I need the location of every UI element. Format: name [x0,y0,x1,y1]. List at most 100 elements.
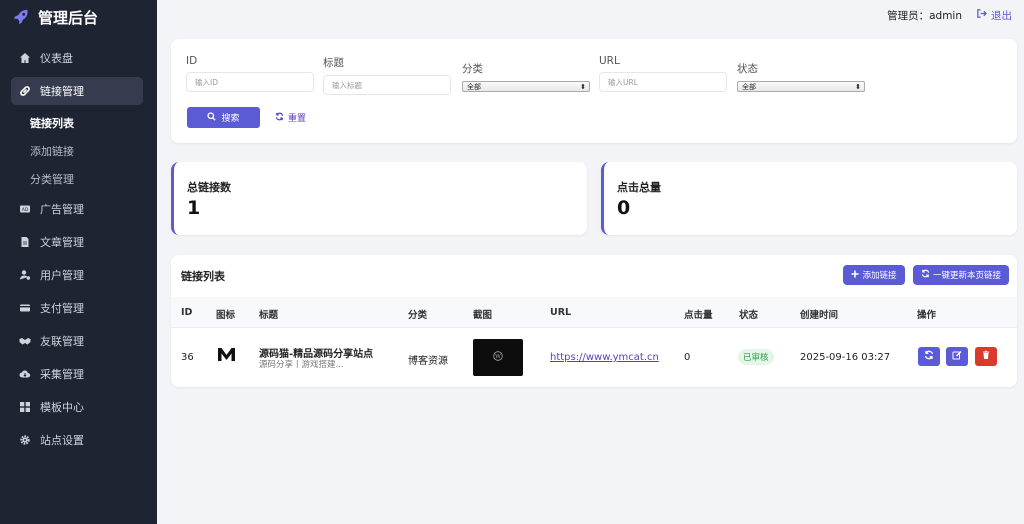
file-icon [18,235,32,249]
sidebar-item-label: 用户管理 [40,269,84,282]
column-header-icon: 图标 [216,310,236,321]
sidebar-item-users[interactable]: 用户管理 [11,261,143,289]
delete-row-button[interactable] [975,347,997,366]
sidebar-subitem-categories[interactable]: 分类管理 [30,166,157,191]
filter-status: 状态 全部 ⬍ [737,61,865,92]
wordpress-icon: W [493,351,503,364]
filter-title-label: 标题 [323,57,344,69]
filter-title: 标题 [323,55,451,95]
update-page-links-button[interactable]: 一键更新本页链接 [913,265,1009,285]
sidebar-item-ads[interactable]: AD 广告管理 [11,195,143,223]
search-button[interactable]: 搜索 [187,107,260,128]
refresh-icon [921,269,933,281]
category-select[interactable]: 全部 ⬍ [462,81,590,92]
filter-category: 分类 全部 ⬍ [462,61,590,92]
sidebar: 管理后台 仪表盘 链接管理 链接列表 添加链接 分类管理 AD 广告管理 文章管… [0,0,157,524]
refresh-row-button[interactable] [918,347,940,366]
sidebar-item-label: 仪表盘 [40,52,73,65]
brand: 管理后台 [0,0,157,34]
add-link-button[interactable]: 添加链接 [843,265,905,285]
sidebar-item-settings[interactable]: 站点设置 [11,426,143,454]
filter-panel: ID 标题 分类 全部 ⬍ URL 状态 全部 ⬍ 搜索 重置 [171,39,1017,143]
search-label: 搜索 [221,114,240,124]
home-icon [18,51,32,65]
filter-url-label: URL [599,55,620,67]
rocket-icon [11,7,31,27]
trash-icon [981,350,991,363]
cell-id: 36 [181,352,194,363]
sidebar-item-label: 支付管理 [40,302,84,315]
filter-status-label: 状态 [737,63,758,75]
sidebar-subitem-link-list[interactable]: 链接列表 [30,110,157,135]
column-header-screenshot: 截图 [473,310,493,321]
sidebar-item-collect[interactable]: 采集管理 [11,360,143,388]
title-input[interactable] [323,75,451,95]
filter-id: ID [186,55,314,92]
stat-value: 1 [187,197,201,219]
sidebar-nav: 仪表盘 链接管理 链接列表 添加链接 分类管理 AD 广告管理 文章管理 用户管… [0,44,157,454]
table-header: ID 图标 标题 分类 截图 URL 点击量 状态 创建时间 操作 [171,297,1017,328]
select-arrows-icon: ⬍ [855,82,861,91]
svg-text:W: W [495,354,501,360]
status-select-value: 全部 [742,82,756,91]
reset-label: 重置 [288,114,307,124]
card-icon [18,301,32,315]
select-arrows-icon: ⬍ [580,82,586,91]
sidebar-item-templates[interactable]: 模板中心 [11,393,143,421]
column-header-actions: 操作 [917,310,937,321]
logout-label: 退出 [991,9,1012,22]
column-header-id: ID [181,307,193,318]
sidebar-item-label: 采集管理 [40,368,84,381]
screenshot-thumbnail[interactable]: W [473,339,523,376]
add-link-label: 添加链接 [862,271,897,281]
refresh-icon [924,350,934,363]
grid-icon [18,400,32,414]
table-title: 链接列表 [181,270,225,283]
edit-row-button[interactable] [946,347,968,366]
refresh-icon [275,112,288,124]
stat-label: 总链接数 [187,181,231,194]
cell-url-link[interactable]: https://www.ymcat.cn [550,352,659,363]
svg-text:AD: AD [22,207,29,213]
cell-category: 博客资源 [408,356,448,367]
handshake-icon [18,334,32,348]
column-header-category: 分类 [408,310,428,321]
stat-label: 点击总量 [617,181,661,194]
filter-id-label: ID [186,55,198,67]
logout-icon [976,8,991,22]
filter-url: URL [599,55,727,92]
cloud-download-icon [18,367,32,381]
sidebar-subitem-add-link[interactable]: 添加链接 [30,138,157,163]
sidebar-item-friend-links[interactable]: 友联管理 [11,327,143,355]
sidebar-item-label: 站点设置 [40,434,84,447]
column-header-url: URL [550,307,572,318]
sidebar-item-label: 模板中心 [40,401,84,414]
url-input[interactable] [599,72,727,92]
sidebar-item-payments[interactable]: 支付管理 [11,294,143,322]
sidebar-item-links[interactable]: 链接管理 [11,77,143,105]
sidebar-item-dashboard[interactable]: 仪表盘 [11,44,143,72]
sidebar-item-label: 友联管理 [40,335,84,348]
column-header-title: 标题 [259,310,279,321]
update-page-links-label: 一键更新本页链接 [932,271,1001,281]
column-header-clicks: 点击量 [684,310,713,321]
stat-card-total-clicks: 点击总量 0 [601,162,1017,235]
site-logo-icon [217,347,236,365]
id-input[interactable] [186,72,314,92]
category-select-value: 全部 [467,82,481,91]
app-title: 管理后台 [38,8,99,27]
sidebar-item-label: 广告管理 [40,203,84,216]
status-badge: 已审核 [738,349,774,365]
user-gear-icon [18,268,32,282]
link-table-card: 链接列表 添加链接 一键更新本页链接 ID 图标 标题 分类 截图 URL 点击… [171,255,1017,387]
gear-icon [18,433,32,447]
cell-created: 2025-09-16 03:27 [800,352,891,363]
cell-clicks: 0 [684,352,691,363]
status-select[interactable]: 全部 ⬍ [737,81,865,92]
cell-description: 源码分享丨游戏搭建... [259,360,344,370]
reset-button[interactable]: 重置 [275,111,306,124]
logout-button[interactable]: 退出 [976,8,1012,23]
sidebar-item-articles[interactable]: 文章管理 [11,228,143,256]
column-header-created: 创建时间 [800,310,839,321]
search-icon [207,111,221,124]
